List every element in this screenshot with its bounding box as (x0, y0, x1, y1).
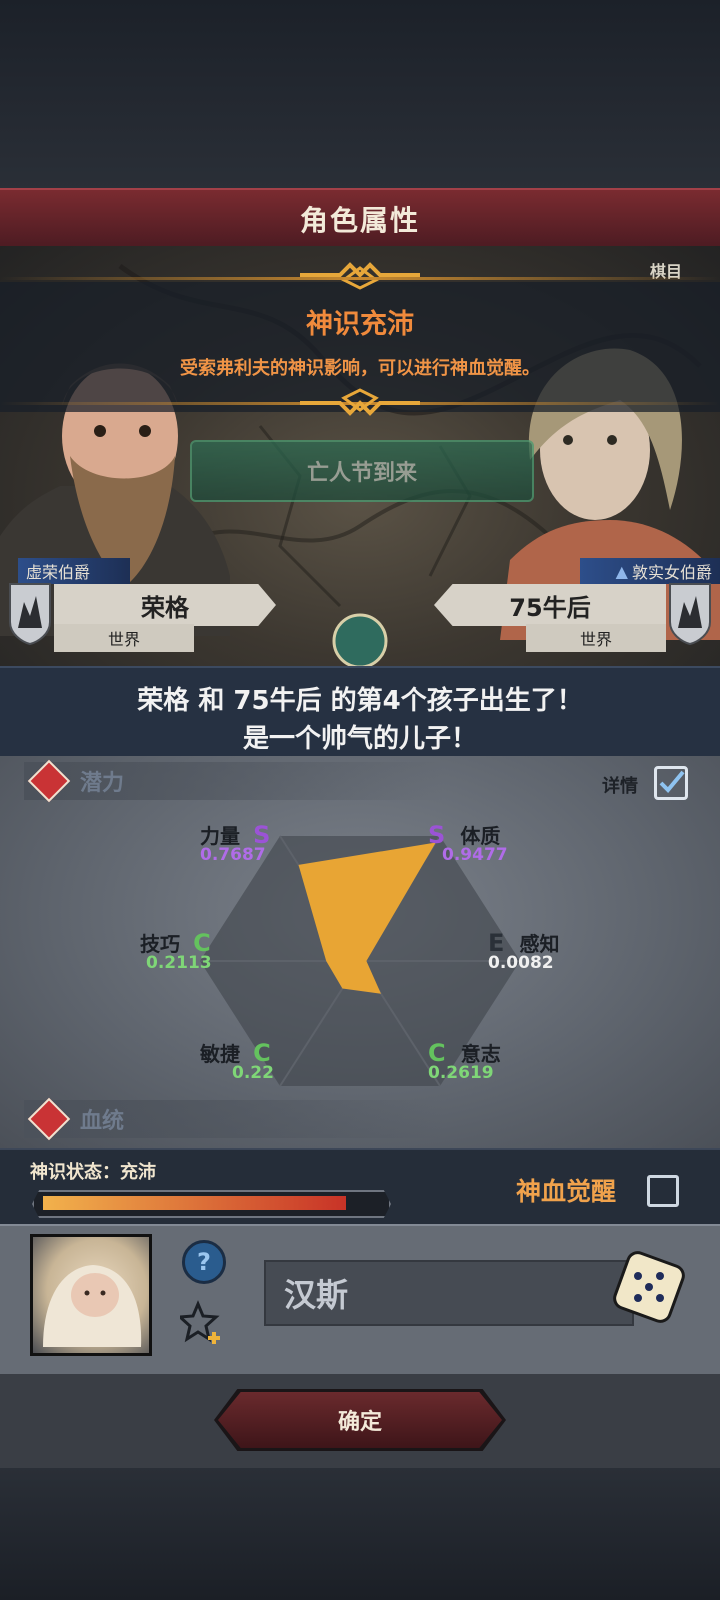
stat-will: C 意志 0.2619 (428, 1038, 501, 1083)
event-button[interactable]: 亡人节到来 (190, 440, 534, 502)
potential-title: 潜力 (80, 771, 125, 796)
stat-perception: E 感知 0.0082 (488, 928, 560, 973)
bloodline-icon (27, 1097, 71, 1141)
potential-panel: 潜力 详情 力量 S 0.7687 S 体质 0.9477 技巧 C 0.211… (0, 756, 720, 1148)
mother-title-text: 敦实女伯爵 (631, 563, 712, 582)
stat-value: 0.2619 (428, 1063, 494, 1083)
birth-announcement: 荣格 和 75牛后 的第4个孩子出生了！ 是一个帅气的儿子！ (0, 666, 720, 758)
potential-icon (27, 759, 71, 803)
random-name-dice-icon[interactable] (612, 1250, 686, 1324)
mother-world: 世界 (526, 624, 666, 652)
bloodline-title: 血统 (80, 1109, 125, 1134)
child-name-input[interactable]: 汉斯 (264, 1260, 634, 1326)
bottom-ornament-icon (300, 388, 420, 416)
stat-value: 0.9477 (442, 845, 508, 865)
child-avatar (30, 1234, 152, 1356)
banner-title: 神识充沛 (306, 309, 414, 340)
bottom-backdrop (0, 1468, 720, 1600)
stat-value: 0.2113 (146, 953, 212, 973)
announcement-line2: 是一个帅气的儿子！ (242, 724, 477, 754)
bloodline-header: 血统 (24, 1097, 444, 1141)
title-bar: 角色属性 (0, 188, 720, 250)
confirm-label: 确定 (337, 1410, 382, 1435)
father-crest-icon[interactable] (8, 582, 52, 646)
awaken-checkbox[interactable] (647, 1175, 679, 1207)
potential-header: 潜力 (24, 759, 444, 803)
father-title: 虚荣伯爵 (18, 558, 130, 584)
divine-status: 神识状态：充沛 (30, 1162, 156, 1183)
check-icon (659, 770, 685, 793)
top-backdrop (0, 0, 720, 190)
detail-checkbox[interactable] (654, 766, 688, 800)
father-name: 荣格 (54, 584, 276, 626)
banner-top-line (0, 277, 720, 280)
stat-constitution: S 体质 0.9477 (428, 820, 508, 865)
stat-agility: 敏捷 C 0.22 (200, 1038, 274, 1083)
top-ornament-icon (300, 262, 420, 290)
divine-progress-fill (43, 1196, 347, 1210)
stat-value: 0.0082 (488, 953, 554, 973)
page-title: 角色属性 (299, 204, 420, 237)
awaken-label: 神血觉醒 (516, 1177, 617, 1206)
confirm-button[interactable]: 确定 (218, 1392, 502, 1448)
stat-value: 0.22 (232, 1063, 274, 1083)
mother-title: ▲ 敦实女伯爵 (580, 558, 720, 584)
rank-icon: ▲ (615, 561, 628, 581)
mother-crest-icon[interactable] (668, 582, 712, 646)
mother-name: 75牛后 (434, 584, 666, 626)
stat-strength: 力量 S 0.7687 (200, 820, 270, 865)
stat-skill: 技巧 C 0.2113 (140, 928, 212, 973)
favorite-star-icon[interactable] (180, 1300, 224, 1344)
banner-subtitle: 受索弗利夫的神识影响，可以进行神血觉醒。 (180, 358, 540, 379)
help-button[interactable]: ? (182, 1240, 226, 1284)
father-world: 世界 (54, 624, 194, 652)
announcement-line1: 荣格 和 75牛后 的第4个孩子出生了！ (137, 686, 583, 716)
stat-value: 0.7687 (200, 845, 266, 865)
baby-icon (43, 1265, 142, 1347)
event-button-label: 亡人节到来 (306, 461, 417, 486)
detail-label: 详情 (602, 776, 638, 797)
